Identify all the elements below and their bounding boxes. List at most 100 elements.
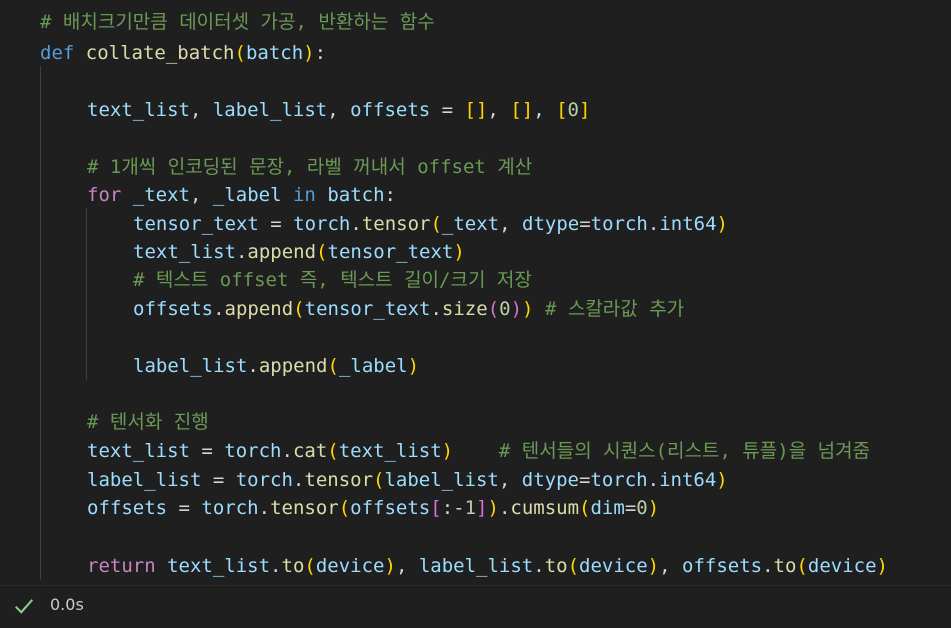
code-token: 0 <box>636 497 648 519</box>
code-token: ) <box>716 213 728 235</box>
code-token: = <box>579 213 591 235</box>
code-token: label_list <box>418 555 534 577</box>
code-token: , <box>189 184 213 206</box>
code-token: ) <box>522 298 534 320</box>
code-token: . <box>533 555 545 577</box>
code-token: 0 <box>567 99 579 121</box>
code-cell-editor[interactable]: # 배치크기만큼 데이터셋 가공, 반환하는 함수 def collate_bat… <box>0 0 951 585</box>
code-token: . <box>235 241 248 263</box>
code-token: # 텍스트 offset 즉, 텍스트 길이/크기 저장 <box>133 269 532 291</box>
code-token: _text <box>132 184 190 206</box>
code-token: . <box>762 555 774 577</box>
code-token: offsets <box>133 298 214 320</box>
code-line: offsets.append(tensor_text.size(0)) # 스칼… <box>133 295 684 323</box>
code-token: 0 <box>499 298 511 320</box>
code-token: ) <box>647 555 660 577</box>
code-line: # 1개씩 인코딩된 문장, 라벨 꺼내서 offset 계산 <box>87 153 532 181</box>
code-token: tensor_text <box>133 213 259 235</box>
code-token: cat <box>292 440 328 462</box>
code-token: torch <box>590 213 648 235</box>
code-token: text_list <box>133 241 236 263</box>
code-line: label_list.append(_label) <box>133 352 419 380</box>
code-token: offsets <box>682 555 763 577</box>
indent-guide-level-2 <box>86 208 87 380</box>
code-token: return <box>87 555 156 577</box>
code-token: = <box>189 440 225 462</box>
code-token: collate_batch <box>85 42 235 64</box>
code-line: offsets = torch.tensor(offsets[:-1]).cum… <box>87 494 659 522</box>
code-token: ) <box>647 497 660 519</box>
code-token: . <box>247 355 259 377</box>
code-token: torch <box>224 440 282 462</box>
code-token: [] <box>464 99 488 121</box>
code-token: dtype <box>521 469 579 491</box>
code-line: return text_list.to(device), label_list.… <box>87 552 888 580</box>
code-token: . <box>498 497 511 519</box>
code-token: , <box>395 555 419 577</box>
code-token: offsets <box>350 497 431 519</box>
code-token: [ <box>556 99 568 121</box>
code-token: offsets <box>87 497 168 519</box>
code-token: , <box>189 99 213 121</box>
code-token: ( <box>430 213 442 235</box>
code-token: batch <box>245 42 304 64</box>
code-token: append <box>247 241 317 263</box>
code-token: text_list <box>87 440 190 462</box>
code-token: ( <box>316 241 328 263</box>
code-token: ( <box>338 497 351 519</box>
code-token: int64 <box>659 213 717 235</box>
code-token: . <box>647 213 660 235</box>
code-token: . <box>281 440 293 462</box>
code-line: text_list = torch.cat(text_list) # 텐서들의 … <box>87 437 870 465</box>
code-token: ( <box>579 497 591 519</box>
code-token: batch <box>327 184 385 206</box>
code-token: to <box>544 555 568 577</box>
code-token: tensor <box>270 497 339 519</box>
code-line: label_list = torch.tensor(label_list, dt… <box>87 466 728 494</box>
code-token: . <box>213 298 225 320</box>
code-token: ) <box>453 241 465 263</box>
indent-guide-level-1 <box>40 66 41 580</box>
code-token: # 텐서들의 시퀀스(리스트, 튜플)을 넘겨줌 <box>498 440 871 462</box>
code-token: ( <box>327 355 339 377</box>
code-token: offsets <box>350 99 431 121</box>
code-token: [ <box>430 497 442 519</box>
code-token: ] <box>476 497 488 519</box>
code-token: ( <box>567 555 580 577</box>
code-token: ) <box>716 469 728 491</box>
code-token: for <box>87 184 122 206</box>
code-token: # 스칼라값 추가 <box>544 298 685 320</box>
code-token: 1 <box>464 497 477 519</box>
cell-status-bar: 0.0s <box>0 585 951 628</box>
code-token: dtype <box>522 213 580 235</box>
code-token: ] <box>579 99 591 121</box>
code-token: to <box>773 555 797 577</box>
code-token: tensor_text <box>327 241 454 263</box>
code-token: to <box>281 555 305 577</box>
code-token: = <box>167 497 202 519</box>
code-token: # 1개씩 인코딩된 문장, 라벨 꺼내서 offset 계산 <box>87 156 533 178</box>
code-token: = <box>624 497 637 519</box>
code-token: append <box>258 355 328 377</box>
code-token: [] <box>510 99 534 121</box>
code-token: ( <box>304 555 316 577</box>
code-token: # 텐서화 진행 <box>87 411 209 433</box>
code-token: torch <box>590 469 648 491</box>
code-token: , <box>327 99 351 121</box>
code-line: text_list, label_list, offsets = [], [],… <box>87 96 590 124</box>
code-token: def <box>40 42 75 64</box>
code-token: _label <box>212 184 282 206</box>
code-token: ) <box>303 42 315 64</box>
code-token: ) <box>876 555 888 577</box>
code-token: ) <box>510 298 523 320</box>
code-token: torch <box>235 469 293 491</box>
code-token: device <box>807 555 877 577</box>
code-token: label_list <box>87 469 202 491</box>
code-token: , <box>499 213 523 235</box>
code-token: in <box>292 184 316 206</box>
execution-time: 0.0s <box>50 595 84 614</box>
code-token: torch <box>293 213 351 235</box>
